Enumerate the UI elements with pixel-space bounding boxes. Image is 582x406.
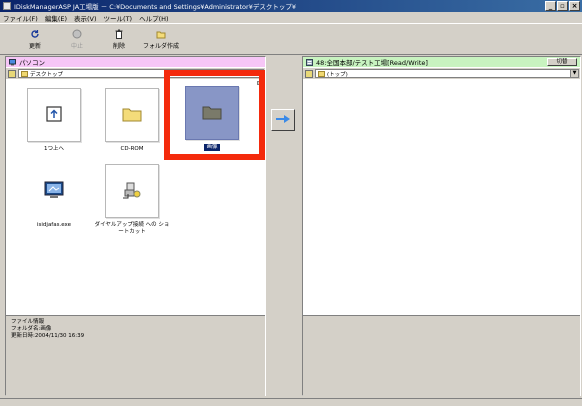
minimize-button[interactable]: _: [545, 1, 556, 11]
chevron-down-icon[interactable]: ▼: [570, 70, 578, 77]
server-pane-header: 48:全国本部/テスト工場[Read/Write] 切替: [303, 57, 580, 67]
file-label: 1つ上へ: [44, 146, 64, 152]
server-path-select[interactable]: (トップ) ▼: [315, 69, 579, 78]
file-item-parent[interactable]: 1つ上へ: [19, 88, 89, 153]
switch-button[interactable]: 切替: [547, 58, 577, 66]
title-bar: IDiskManagerASP JA工場版 － C:¥Documents and…: [0, 0, 582, 12]
new-folder-label: フォルダ作成: [142, 42, 179, 50]
arrow-right-icon: [276, 115, 290, 125]
folder-icon: [318, 70, 325, 77]
upload-button[interactable]: [271, 109, 295, 131]
file-thumb: [27, 88, 81, 142]
local-pane-title: パソコン: [19, 59, 45, 67]
computer-icon: [9, 58, 16, 66]
stop-button[interactable]: 中止: [56, 24, 98, 54]
file-item-shortcut[interactable]: ダイヤルアップ接続 への ショートカット: [93, 164, 171, 236]
refresh-button[interactable]: 更新: [14, 24, 56, 54]
menu-file[interactable]: ファイル(F): [3, 13, 38, 23]
file-label: CD-ROM: [120, 146, 144, 152]
local-path-value: デスクトップ: [30, 71, 64, 78]
server-icon: [306, 58, 313, 66]
menu-bar: ファイル(F) 編集(E) 表示(V) ツール(T) ヘルプ(H): [0, 12, 582, 23]
new-folder-button[interactable]: フォルダ作成: [140, 24, 182, 54]
server-pane: 48:全国本部/テスト工場[Read/Write] 切替 (トップ) ▼: [302, 56, 581, 396]
delete-button[interactable]: 削除: [98, 24, 140, 54]
shortcut-icon: [122, 180, 142, 202]
up-level-icon[interactable]: [305, 69, 313, 78]
toolbar: 更新 中止 削除 フォルダ作成: [0, 23, 582, 55]
up-level-icon[interactable]: [8, 69, 16, 78]
file-label: ダイヤルアップ接続 への ショートカット: [94, 222, 170, 235]
trash-icon: [114, 29, 124, 39]
status-bar: [0, 398, 582, 406]
file-label: isidjafas.exe: [37, 222, 71, 228]
menu-view[interactable]: 表示(V): [74, 13, 97, 23]
close-button[interactable]: ×: [569, 1, 580, 11]
menu-edit[interactable]: 編集(E): [45, 13, 67, 23]
file-info-updated: 更新日時:2004/11/30 16:39: [11, 333, 85, 339]
server-path-value: (トップ): [327, 71, 348, 78]
menu-help[interactable]: ヘルプ(H): [139, 13, 168, 23]
highlight-annotation: [164, 70, 265, 160]
folder-icon: [122, 106, 142, 124]
window-title: IDiskManagerASP JA工場版 － C:¥Documents and…: [14, 3, 296, 11]
desktop-icon: [21, 70, 28, 77]
file-item-exe[interactable]: isidjafas.exe: [19, 164, 89, 229]
new-folder-icon: [156, 29, 166, 39]
app-icon: [3, 2, 11, 10]
application-icon: [44, 181, 64, 201]
server-info-panel: [303, 315, 580, 396]
maximize-button[interactable]: ▫: [557, 1, 568, 11]
server-path-bar: (トップ) ▼: [303, 68, 580, 79]
file-thumb: [105, 88, 159, 142]
file-info-name: フォルダ名:画像: [11, 326, 52, 332]
file-info-panel: ファイル情報 フォルダ名:画像 更新日時:2004/11/30 16:39: [6, 315, 265, 396]
delete-label: 削除: [112, 42, 125, 50]
file-thumb: [105, 164, 159, 218]
menu-tools[interactable]: ツール(T): [104, 13, 133, 23]
server-pane-title: 48:全国本部/テスト工場[Read/Write]: [316, 59, 428, 67]
refresh-label: 更新: [28, 42, 41, 50]
window-controls: _ ▫ ×: [545, 1, 580, 11]
refresh-icon: [30, 29, 40, 39]
stop-label: 中止: [70, 42, 83, 50]
file-item-cdrom[interactable]: CD-ROM: [97, 88, 167, 153]
file-thumb: [27, 164, 81, 218]
local-pane-header: パソコン: [6, 57, 265, 67]
stop-icon: [72, 29, 82, 39]
up-folder-icon: [45, 105, 63, 125]
file-info-heading: ファイル情報: [11, 319, 45, 325]
